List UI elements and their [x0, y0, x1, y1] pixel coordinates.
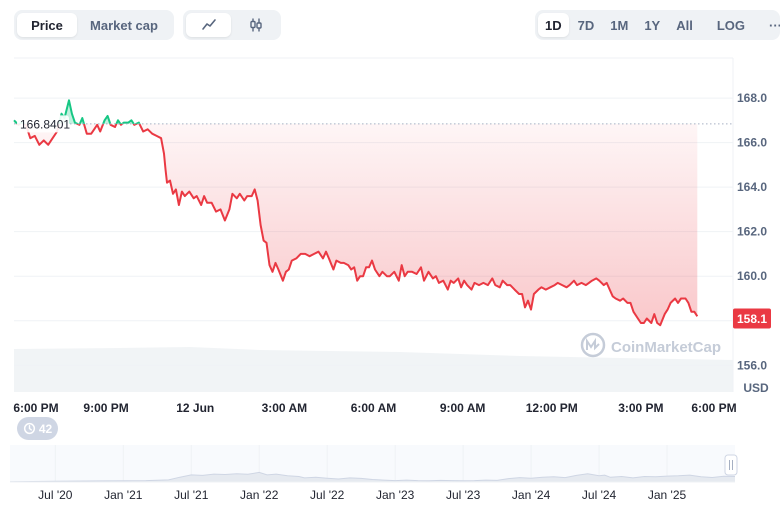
x-tick-label: 6:00 PM: [13, 401, 58, 415]
x-tick-label: 9:00 PM: [83, 401, 128, 415]
history-badge[interactable]: 42: [17, 417, 58, 440]
y-tick-label: 162.0: [737, 225, 767, 239]
price-area-fill: [14, 100, 698, 326]
x-tick-label: 6:00 AM: [351, 401, 397, 415]
down-area: [17, 123, 698, 326]
watermark-text: CoinMarketCap: [611, 339, 721, 356]
x-axis: 6:00 PM 9:00 PM 12 Jun 3:00 AM 6:00 AM 9:00 A…: [13, 401, 736, 415]
y-tick-label: 168.0: [737, 91, 767, 105]
reference-label: 166.8401: [20, 117, 70, 131]
x-tick-label: 3:00 PM: [618, 401, 663, 415]
x-tick-label: 3:00 AM: [262, 401, 308, 415]
coinmarketcap-watermark: CoinMarketCap: [580, 332, 721, 358]
x-tick-label: 6:00 PM: [691, 401, 736, 415]
price-chart[interactable]: CoinMarketCap 168.0 166.0 164.0 162.0 160.0 1…: [0, 0, 780, 520]
x-tick-label: 12:00 PM: [526, 401, 578, 415]
x-tick-label: 9:00 AM: [440, 401, 486, 415]
y-tick-label: 156.0: [737, 358, 767, 372]
history-count: 42: [38, 421, 53, 436]
y-tick-label: 160.0: [737, 269, 767, 283]
y-tick-label: 166.0: [737, 136, 767, 150]
y-tick-label: 164.0: [737, 180, 767, 194]
history-clock-icon: [23, 422, 35, 435]
coinmarketcap-logo-icon: [580, 332, 606, 358]
y-axis: 168.0166.0164.0162.0160.0158.0156.0: [737, 91, 767, 372]
x-tick-label: 12 Jun: [176, 401, 214, 415]
current-price-label: 158.1: [737, 312, 767, 326]
y-axis-unit: USD: [743, 381, 769, 395]
